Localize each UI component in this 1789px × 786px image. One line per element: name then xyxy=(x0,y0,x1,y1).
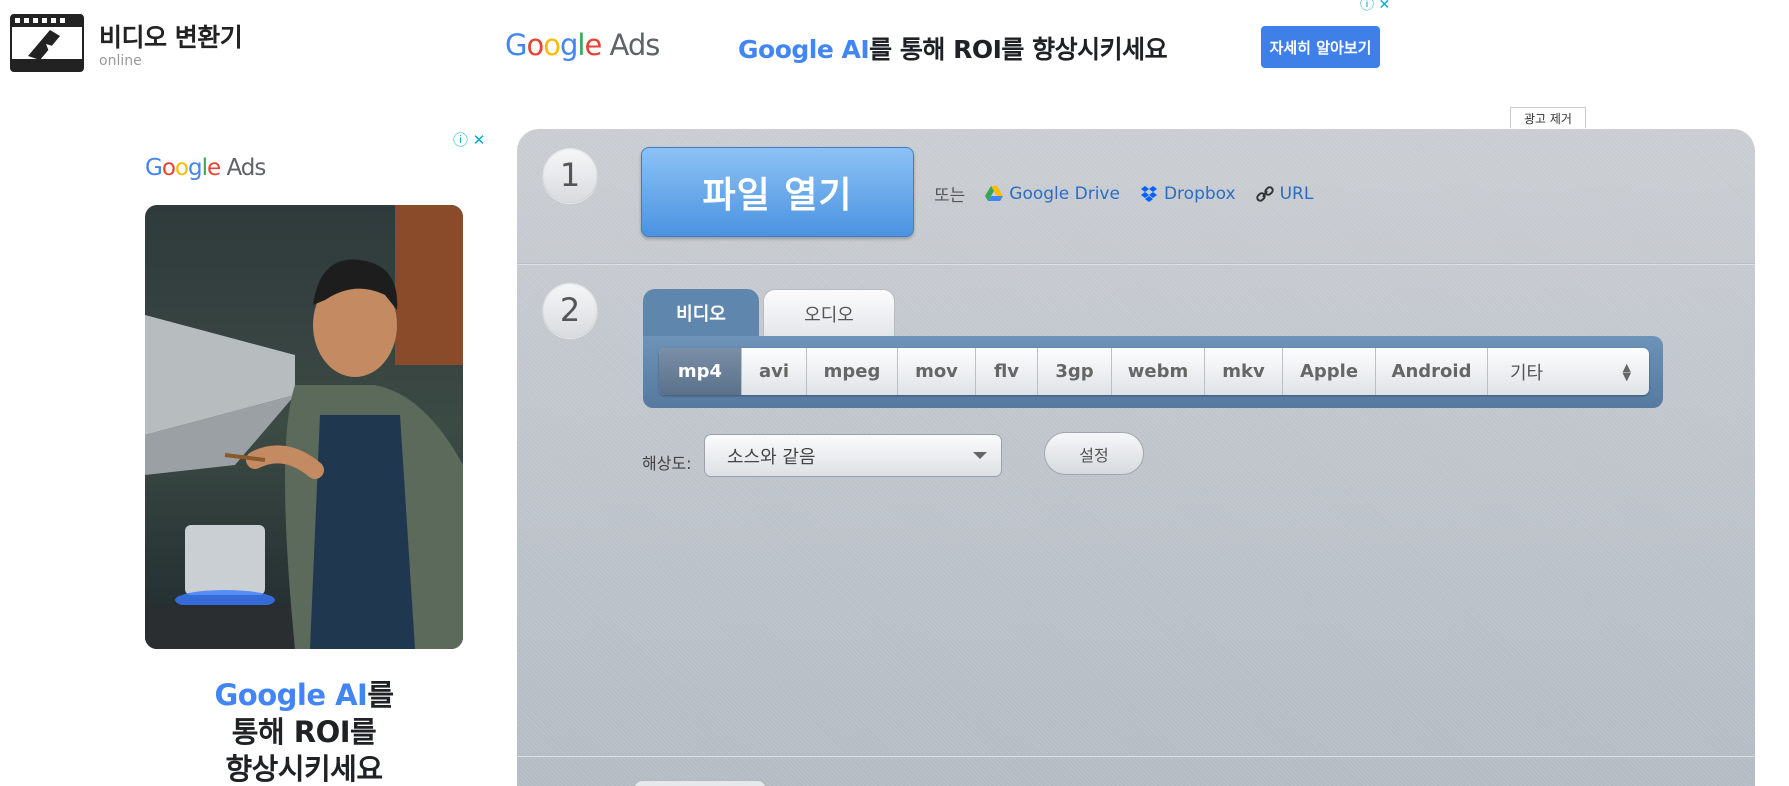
format-android[interactable]: Android xyxy=(1376,348,1488,395)
tab-video[interactable]: 비디오 xyxy=(643,289,759,337)
resolution-value: 소스와 같음 xyxy=(727,446,816,468)
ad-photo-cooking-man[interactable] xyxy=(145,205,463,649)
format-selector: mp4 avi mpeg mov flv 3gp webm mkv Apple … xyxy=(643,336,1663,408)
app-logo-icon[interactable] xyxy=(10,14,84,72)
google-ads-logo: Google Ads xyxy=(145,155,266,181)
section-divider xyxy=(517,263,1755,265)
resolution-select[interactable]: 소스와 같음 xyxy=(704,434,1002,477)
google-ads-logo: Google Ads xyxy=(505,28,661,62)
format-webm[interactable]: webm xyxy=(1112,348,1205,395)
google-drive-link[interactable]: Google Drive xyxy=(985,184,1120,204)
app-subtitle: online xyxy=(99,53,142,69)
ad-learn-more-button[interactable]: 자세히 알아보기 xyxy=(1261,26,1380,68)
up-down-arrows-icon: ▲ ▼ xyxy=(1622,360,1631,383)
format-other-label: 기타 xyxy=(1510,362,1544,384)
side-ad-line1-rest: 를 xyxy=(367,678,394,712)
section-divider xyxy=(517,755,1755,757)
settings-button[interactable]: 설정 xyxy=(1044,432,1144,475)
google-drive-label: Google Drive xyxy=(1009,183,1120,204)
step-2-badge: 2 xyxy=(542,282,598,338)
google-wordmark: Google xyxy=(145,155,221,181)
dropbox-icon xyxy=(1140,185,1157,202)
ads-wordmark: Ads xyxy=(609,28,661,62)
url-label: URL xyxy=(1279,183,1314,204)
side-ad-highlight: Google AI xyxy=(214,678,368,712)
app-title[interactable]: 비디오 변환기 xyxy=(99,18,243,54)
resolution-label: 해상도: xyxy=(642,454,692,473)
side-ad-line3: 향상시키세요 xyxy=(225,752,383,786)
format-mkv[interactable]: mkv xyxy=(1205,348,1283,395)
ad-headline-highlight: Google AI xyxy=(738,35,870,64)
link-icon xyxy=(1255,185,1274,202)
file-source-row: 또는 Google Drive Dropbox URL xyxy=(934,181,1314,207)
adchoices-icon[interactable]: ⓘ ✕ xyxy=(1360,0,1390,14)
format-mp4[interactable]: mp4 xyxy=(659,348,742,395)
format-bar: mp4 avi mpeg mov flv 3gp webm mkv Apple … xyxy=(659,348,1649,395)
dropbox-label: Dropbox xyxy=(1163,183,1236,204)
side-ad-line1: Google AI를 xyxy=(118,677,490,714)
google-wordmark: Google xyxy=(505,28,602,62)
ad-headline[interactable]: Google AI를 통해 ROI를 향상시키세요 xyxy=(738,30,1168,66)
format-flv[interactable]: flv xyxy=(976,348,1038,395)
or-label: 또는 xyxy=(934,186,966,206)
format-apple[interactable]: Apple xyxy=(1283,348,1376,395)
format-mov[interactable]: mov xyxy=(898,348,976,395)
side-ad-headline[interactable]: Google AI를 통해 ROI를 향상시키세요 xyxy=(118,677,490,786)
ad-headline-text: 를 통해 ROI를 향상시키세요 xyxy=(869,35,1168,64)
dropbox-link[interactable]: Dropbox xyxy=(1140,184,1236,204)
side-ad[interactable]: ⓘ ✕ Google Ads Google AI를 통해 ROI를 향상시키세요 xyxy=(118,125,498,786)
format-other-select[interactable]: 기타 ▲ ▼ xyxy=(1488,348,1649,395)
ads-wordmark: Ads xyxy=(226,155,266,181)
chevron-down-icon xyxy=(973,452,987,459)
adchoices-icon[interactable]: ⓘ ✕ xyxy=(453,129,485,150)
top-banner-ad[interactable]: Google Ads Google AI를 통해 ROI를 향상시키세요 자세히… xyxy=(505,22,1405,74)
side-ad-line2: 통해 ROI를 xyxy=(231,715,377,749)
open-file-button[interactable]: 파일 열기 xyxy=(641,147,914,237)
google-drive-icon xyxy=(985,185,1004,201)
format-avi[interactable]: avi xyxy=(742,348,807,395)
remove-ad-button[interactable]: 광고 제거 xyxy=(1510,107,1586,128)
tab-audio[interactable]: 오디오 xyxy=(763,289,895,337)
step-1-badge: 1 xyxy=(542,147,598,203)
step-3-tab-edge xyxy=(634,780,766,786)
format-mpeg[interactable]: mpeg xyxy=(807,348,898,395)
url-link[interactable]: URL xyxy=(1255,183,1314,204)
format-3gp[interactable]: 3gp xyxy=(1038,348,1112,395)
